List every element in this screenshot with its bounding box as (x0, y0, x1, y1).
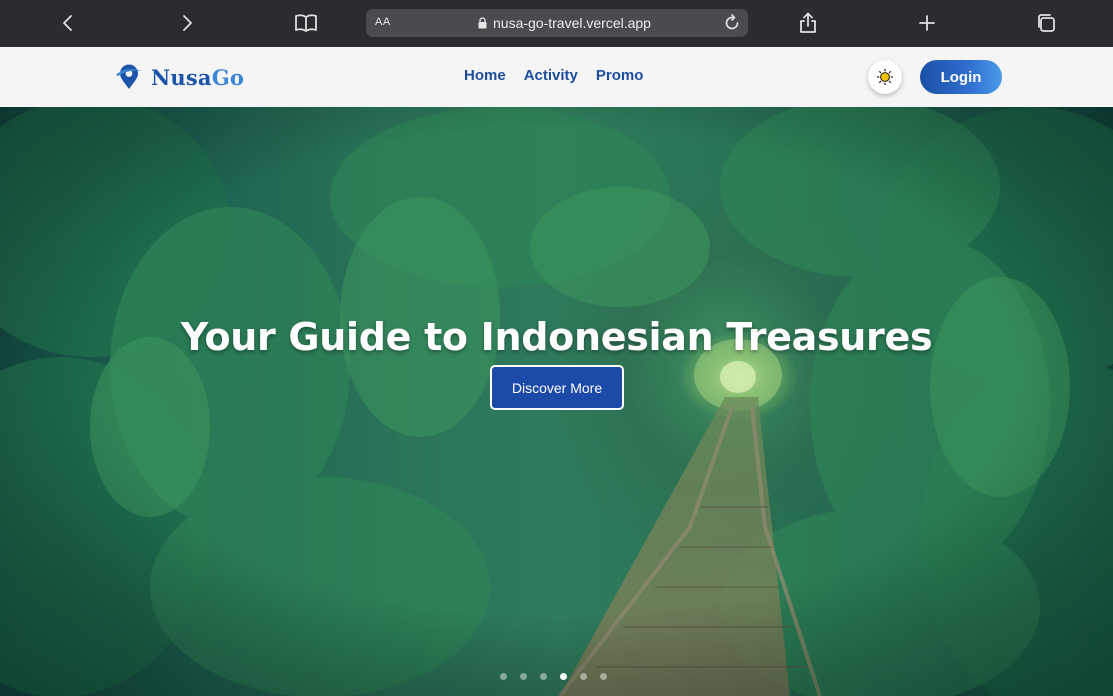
tabs-overview-button[interactable] (1031, 9, 1061, 37)
reload-icon (725, 14, 739, 30)
reload-button[interactable] (722, 13, 742, 38)
carousel-dot[interactable] (520, 673, 527, 680)
logo-text-nusa: Nusa (151, 64, 212, 90)
new-tab-button[interactable] (912, 9, 942, 37)
carousel-dot[interactable] (540, 673, 547, 680)
nav-activity[interactable]: Activity (524, 67, 578, 84)
reader-aa-button[interactable]: AA (375, 16, 391, 28)
carousel-indicators (500, 673, 607, 680)
back-button[interactable] (53, 9, 83, 37)
sun-icon (877, 69, 893, 85)
nav-home[interactable]: Home (464, 67, 506, 84)
carousel-dot[interactable] (600, 673, 607, 680)
carousel-dot-active[interactable] (560, 673, 567, 680)
nusago-logo[interactable]: NusaGo (115, 63, 244, 91)
forward-icon (183, 15, 192, 31)
main-nav: Home Activity Promo (464, 67, 643, 84)
forward-button[interactable] (172, 9, 202, 37)
browser-toolbar: AA nusa-go-travel.vercel.app (0, 0, 1113, 47)
share-button[interactable] (793, 9, 823, 37)
bookmarks-button[interactable] (291, 9, 321, 37)
carousel-dot[interactable] (500, 673, 507, 680)
share-icon (800, 12, 816, 33)
hero-title: Your Guide to Indonesian Treasures (180, 315, 933, 359)
discover-more-button[interactable]: Discover More (490, 365, 624, 410)
login-button[interactable]: Login (920, 60, 1002, 94)
site-header: NusaGo Home Activity Promo Login (0, 47, 1113, 107)
bookmarks-icon (295, 14, 317, 32)
new-tab-icon (919, 15, 935, 31)
theme-toggle-button[interactable] (868, 60, 902, 94)
address-bar[interactable]: AA nusa-go-travel.vercel.app (366, 9, 748, 37)
logo-text-go: Go (211, 64, 245, 90)
lock-icon (478, 17, 487, 29)
nav-promo[interactable]: Promo (596, 67, 644, 84)
url-text: nusa-go-travel.vercel.app (493, 15, 651, 31)
tabs-icon (1038, 14, 1055, 32)
carousel-dot[interactable] (580, 673, 587, 680)
hero-banner: Your Guide to Indonesian Treasures Disco… (0, 107, 1113, 696)
logo-pin-icon (116, 64, 142, 89)
back-icon (63, 15, 72, 31)
